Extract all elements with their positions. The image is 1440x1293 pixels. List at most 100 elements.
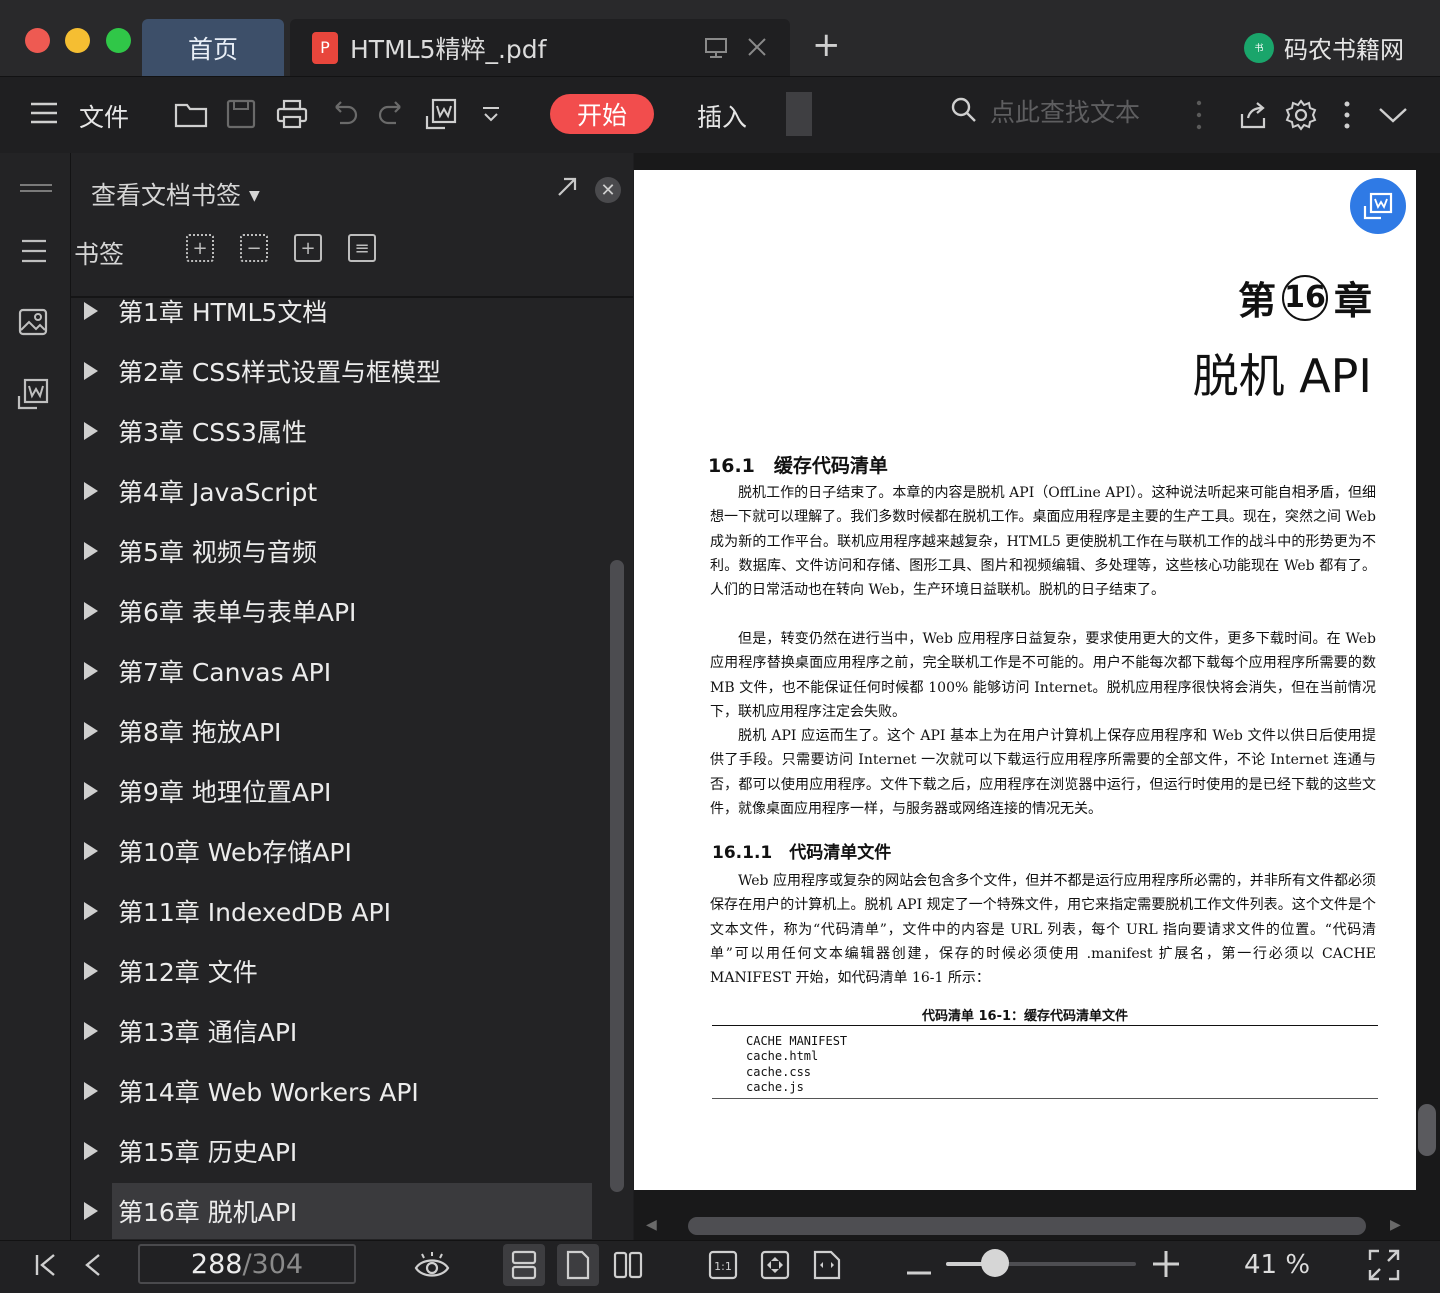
share-icon[interactable]: [1238, 100, 1268, 134]
floating-convert-button[interactable]: [1350, 178, 1406, 234]
collapse-chevron-down-icon[interactable]: [1378, 106, 1408, 128]
minimize-window-button[interactable]: [65, 28, 90, 53]
svg-text:1:1: 1:1: [714, 1260, 732, 1273]
remove-bookmark-icon[interactable]: −: [240, 234, 268, 262]
expand-arrow-icon[interactable]: [84, 422, 98, 440]
expand-arrow-icon[interactable]: [84, 1142, 98, 1160]
bookmark-item[interactable]: 第4章 JavaScript: [84, 463, 592, 519]
close-sidebar-icon[interactable]: ✕: [595, 177, 621, 203]
document-horizontal-scrollbar[interactable]: [688, 1217, 1366, 1235]
expand-arrow-icon[interactable]: [84, 902, 98, 920]
expand-arrow-icon[interactable]: [84, 962, 98, 980]
bookmark-item[interactable]: 第6章 表单与表单API: [84, 583, 592, 639]
page-number-field[interactable]: 288/304: [138, 1244, 356, 1284]
add-bookmark-icon[interactable]: +: [186, 234, 214, 262]
bookmark-item[interactable]: 第15章 历史API: [84, 1123, 592, 1179]
collapse-rail-icon[interactable]: [20, 178, 52, 197]
zoom-in-icon[interactable]: [1152, 1250, 1180, 1282]
hamburger-menu-icon[interactable]: [30, 101, 58, 129]
bookmark-item[interactable]: 第3章 CSS3属性: [84, 403, 592, 459]
expand-arrow-icon[interactable]: [84, 1082, 98, 1100]
new-tab-button[interactable]: +: [812, 28, 841, 62]
scroll-right-arrow-icon[interactable]: ▶: [1390, 1217, 1401, 1233]
search-box[interactable]: [950, 96, 1172, 128]
code-rule-bottom: [712, 1098, 1378, 1099]
convert-icon[interactable]: [425, 98, 457, 134]
expand-arrow-icon[interactable]: [84, 1202, 98, 1220]
expand-arrow-icon[interactable]: [84, 722, 98, 740]
expand-arrow-icon[interactable]: [84, 842, 98, 860]
expand-arrow-icon[interactable]: [84, 782, 98, 800]
fullscreen-icon[interactable]: [1368, 1249, 1400, 1285]
bookmark-item[interactable]: 第12章 文件: [84, 943, 592, 999]
brand[interactable]: 书 码农书籍网: [1244, 30, 1404, 65]
redo-icon[interactable]: [378, 101, 406, 131]
toolbar-scroll-handle[interactable]: [786, 92, 812, 136]
zoom-out-icon[interactable]: [906, 1261, 932, 1280]
popout-arrow-icon[interactable]: [556, 176, 578, 204]
actual-size-button[interactable]: 1:1: [702, 1244, 744, 1286]
close-window-button[interactable]: [25, 28, 50, 53]
pdf-page[interactable]: 第 16 章 脱机 API 16.1 缓存代码清单 脱机工作的日子结束了。本章的…: [634, 170, 1416, 1190]
undo-icon[interactable]: [330, 101, 358, 131]
bookmark-label: 第16章 脱机API: [118, 1198, 298, 1227]
save-icon[interactable]: [226, 99, 256, 133]
convert-doc-icon[interactable]: [17, 378, 49, 414]
expand-arrow-icon[interactable]: [84, 1022, 98, 1040]
close-tab-icon[interactable]: [746, 36, 768, 62]
edit-bookmark-icon[interactable]: ≡: [348, 234, 376, 262]
zoom-slider-handle[interactable]: [981, 1249, 1009, 1277]
bookmark-item[interactable]: 第1章 HTML5文档: [84, 283, 592, 339]
bookmark-item[interactable]: 第16章 脱机API: [84, 1183, 592, 1239]
monitor-icon[interactable]: [704, 37, 728, 63]
sidebar-scrollbar[interactable]: [610, 560, 624, 1192]
zoom-window-button[interactable]: [106, 28, 131, 53]
bookmark-item[interactable]: 第8章 拖放API: [84, 703, 592, 759]
expand-arrow-icon[interactable]: [84, 482, 98, 500]
tab-document[interactable]: P HTML5精粹_.pdf: [290, 19, 790, 76]
file-menu[interactable]: 文件: [79, 98, 129, 134]
bookmark-list-icon[interactable]: [20, 238, 48, 268]
document-vertical-scrollbar[interactable]: [1418, 1104, 1436, 1156]
dual-page-view-button[interactable]: [607, 1244, 649, 1286]
settings-gear-icon[interactable]: [1285, 99, 1317, 135]
zoom-percentage[interactable]: 41 %: [1244, 1250, 1310, 1280]
fit-page-button[interactable]: [754, 1244, 796, 1286]
print-icon[interactable]: [276, 99, 308, 133]
bookmark-item[interactable]: 第5章 视频与音频: [84, 523, 592, 579]
insert-tab-button[interactable]: 插入: [697, 98, 747, 134]
bookmark-label: 第9章 地理位置API: [118, 778, 332, 807]
sidebar-title-dropdown[interactable]: 查看文档书签 ▼: [91, 176, 260, 212]
search-input[interactable]: [988, 96, 1172, 128]
bookmark-item[interactable]: 第9章 地理位置API: [84, 763, 592, 819]
single-page-view-button[interactable]: [557, 1244, 599, 1286]
tab-home[interactable]: 首页: [142, 19, 284, 76]
first-page-icon[interactable]: [34, 1253, 58, 1281]
bookmarks-label: 书签: [74, 240, 125, 269]
expand-arrow-icon[interactable]: [84, 662, 98, 680]
open-folder-icon[interactable]: [174, 99, 208, 133]
scroll-left-arrow-icon[interactable]: ◀: [646, 1217, 657, 1233]
continuous-view-button[interactable]: [503, 1244, 545, 1286]
previous-page-icon[interactable]: [84, 1253, 102, 1281]
start-tab-button[interactable]: 开始: [550, 94, 654, 134]
thumbnail-image-icon[interactable]: [18, 308, 48, 340]
expand-arrow-icon[interactable]: [84, 542, 98, 560]
code-line: cache.html: [746, 1049, 819, 1064]
bookmark-item[interactable]: 第10章 Web存储API: [84, 823, 592, 879]
more-dropdown-icon[interactable]: [481, 105, 501, 129]
more-vertical-icon[interactable]: [1343, 100, 1351, 134]
chapter-title: 脱机 API: [1192, 349, 1372, 403]
expand-arrow-icon[interactable]: [84, 362, 98, 380]
add-child-bookmark-icon[interactable]: +: [294, 234, 322, 262]
eye-protection-icon[interactable]: [414, 1250, 450, 1286]
fit-width-button[interactable]: [806, 1244, 848, 1286]
expand-arrow-icon[interactable]: [84, 302, 98, 320]
bookmark-item[interactable]: 第14章 Web Workers API: [84, 1063, 592, 1119]
chapter-prefix: 第: [1237, 279, 1276, 323]
bookmark-item[interactable]: 第7章 Canvas API: [84, 643, 592, 699]
bookmark-item[interactable]: 第13章 通信API: [84, 1003, 592, 1059]
bookmark-item[interactable]: 第2章 CSS样式设置与框模型: [84, 343, 592, 399]
expand-arrow-icon[interactable]: [84, 602, 98, 620]
bookmark-item[interactable]: 第11章 IndexedDB API: [84, 883, 592, 939]
